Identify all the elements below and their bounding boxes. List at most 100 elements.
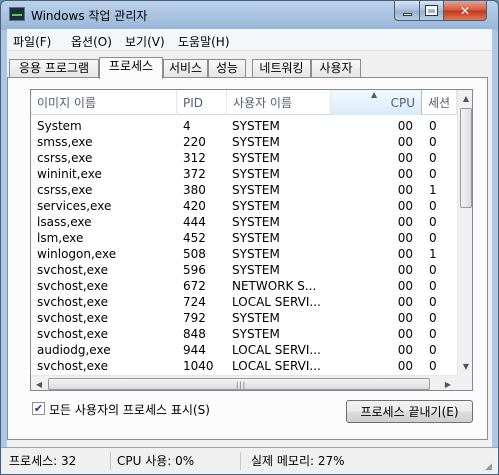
table-row[interactable]: svchost,exe 1040 LOCAL SERVI... 00 0 <box>31 358 457 374</box>
user-name-cell: SYSTEM <box>232 247 280 261</box>
chevron-down-icon[interactable]: ▼ <box>458 358 472 374</box>
table-row[interactable]: svchost,exe 596 SYSTEM 00 0 <box>31 262 457 278</box>
session-cell: 0 <box>429 119 437 133</box>
process-name-cell: services,exe <box>37 199 112 213</box>
process-name-cell: wininit,exe <box>37 167 102 181</box>
table-row[interactable]: svchost,exe 724 LOCAL SERVI... 00 0 <box>31 294 457 310</box>
table-row[interactable]: svchost,exe 792 SYSTEM 00 0 <box>31 310 457 326</box>
pid-cell: 312 <box>183 151 206 165</box>
table-row[interactable]: csrss,exe 312 SYSTEM 00 0 <box>31 150 457 166</box>
table-row[interactable]: services,exe 420 SYSTEM 00 0 <box>31 198 457 214</box>
session-cell: 0 <box>429 135 437 149</box>
horizontal-scrollbar[interactable]: ◀ ||| ▶ <box>31 375 457 390</box>
maximize-button[interactable] <box>419 1 444 21</box>
close-icon: ✕ <box>459 3 471 18</box>
pid-cell: 724 <box>183 295 206 309</box>
process-rows: System 4 SYSTEM 00 0 smss,exe 220 SYSTEM 00 0 csrs… <box>31 118 457 374</box>
pid-cell: 4 <box>183 119 191 133</box>
status-process-count: 프로세스: 32 <box>5 452 111 470</box>
column-user-name[interactable]: 사용자 이름 <box>227 90 331 115</box>
process-name-cell: smss,exe <box>37 135 93 149</box>
tab-performance[interactable]: 성능 <box>208 59 246 78</box>
menu-help[interactable]: 도움말(H) <box>178 33 230 50</box>
cpu-cell: 00 <box>397 199 413 213</box>
horizontal-scroll-thumb[interactable]: ||| <box>48 378 430 390</box>
cpu-cell: 00 <box>397 167 413 181</box>
cpu-cell: 00 <box>397 215 413 229</box>
tab-applications[interactable]: 응용 프로그램 <box>9 59 99 78</box>
user-name-cell: SYSTEM <box>232 135 280 149</box>
pid-cell: 848 <box>183 327 206 341</box>
session-cell: 1 <box>429 247 437 261</box>
show-all-processes-label[interactable]: 모든 사용자의 프로세스 표시(S) <box>49 401 210 418</box>
chevron-up-icon[interactable]: ▲ <box>458 90 472 106</box>
table-row[interactable]: svchost,exe 848 SYSTEM 00 0 <box>31 326 457 342</box>
session-cell: 0 <box>429 343 437 357</box>
pid-cell: 944 <box>183 343 206 357</box>
session-cell: 0 <box>429 231 437 245</box>
table-row[interactable]: audiodg,exe 944 LOCAL SERVI... 00 0 <box>31 342 457 358</box>
table-row[interactable]: lsm,exe 452 SYSTEM 00 0 <box>31 230 457 246</box>
client-area: 파일(F) 옵션(O) 보기(V) 도움말(H) 응용 프로그램 프로세스 서비… <box>7 29 492 447</box>
menu-options[interactable]: 옵션(O) <box>71 33 112 50</box>
user-name-cell: SYSTEM <box>232 151 280 165</box>
user-name-cell: SYSTEM <box>232 199 280 213</box>
resize-grip-icon[interactable]: ◢ <box>485 462 492 472</box>
status-bar: 프로세스: 32 CPU 사용: 0% 실제 메모리: 27% ◢ <box>1 447 498 474</box>
user-name-cell: SYSTEM <box>232 119 280 133</box>
column-image-name[interactable]: 이미지 이름 <box>31 90 177 115</box>
process-name-cell: svchost,exe <box>37 359 108 373</box>
table-row[interactable]: smss,exe 220 SYSTEM 00 0 <box>31 134 457 150</box>
cpu-cell: 00 <box>397 247 413 261</box>
process-name-cell: csrss,exe <box>37 151 93 165</box>
session-cell: 0 <box>429 151 437 165</box>
chevron-right-icon[interactable]: ▶ <box>440 376 456 390</box>
user-name-cell: SYSTEM <box>232 183 280 197</box>
column-header: 이미지 이름 PID 사용자 이름 CPU 세션 ▲ <box>31 90 457 115</box>
chevron-left-icon[interactable]: ◀ <box>31 376 47 390</box>
menu-file[interactable]: 파일(F) <box>13 33 51 50</box>
title-bar[interactable]: Windows 작업 관리자 ✕ <box>1 1 498 29</box>
scroll-corner <box>457 375 472 390</box>
column-session[interactable]: 세션 <box>422 90 457 115</box>
table-row[interactable]: csrss,exe 380 SYSTEM 00 1 <box>31 182 457 198</box>
menu-view[interactable]: 보기(V) <box>125 33 165 50</box>
tab-processes[interactable]: 프로세스 <box>99 57 163 79</box>
pid-cell: 508 <box>183 247 206 261</box>
table-row[interactable]: System 4 SYSTEM 00 0 <box>31 118 457 134</box>
process-name-cell: System <box>37 119 82 133</box>
cpu-cell: 00 <box>397 183 413 197</box>
process-name-cell: svchost,exe <box>37 311 108 325</box>
cpu-cell: 00 <box>397 119 413 133</box>
scroll-grip: ||| <box>236 381 247 389</box>
cpu-cell: 00 <box>397 327 413 341</box>
vertical-scrollbar[interactable]: ▲ ▼ <box>457 90 472 375</box>
user-name-cell: LOCAL SERVI... <box>232 295 321 309</box>
cpu-cell: 00 <box>397 359 413 373</box>
table-row[interactable]: wininit,exe 372 SYSTEM 00 0 <box>31 166 457 182</box>
maximize-icon <box>426 6 437 15</box>
session-cell: 0 <box>429 215 437 229</box>
user-name-cell: SYSTEM <box>232 263 280 277</box>
process-name-cell: svchost,exe <box>37 279 108 293</box>
process-list[interactable]: 이미지 이름 PID 사용자 이름 CPU 세션 ▲ System 4 SYSTEM… <box>30 89 473 391</box>
show-all-processes-checkbox[interactable]: ✔ <box>32 402 45 415</box>
cpu-cell: 00 <box>397 279 413 293</box>
process-name-cell: svchost,exe <box>37 295 108 309</box>
end-process-button[interactable]: 프로세스 끝내기(E) <box>346 400 473 423</box>
close-button[interactable]: ✕ <box>443 1 487 21</box>
cpu-cell: 00 <box>397 231 413 245</box>
tab-networking[interactable]: 네트워킹 <box>252 59 311 78</box>
session-cell: 0 <box>429 199 437 213</box>
table-row[interactable]: svchost,exe 672 NETWORK S... 00 0 <box>31 278 457 294</box>
vertical-scroll-thumb[interactable] <box>460 108 472 208</box>
window-title: Windows 작업 관리자 <box>31 9 148 23</box>
table-row[interactable]: lsass,exe 444 SYSTEM 00 0 <box>31 214 457 230</box>
table-row[interactable]: winlogon,exe 508 SYSTEM 00 1 <box>31 246 457 262</box>
cpu-cell: 00 <box>397 311 413 325</box>
column-pid[interactable]: PID <box>177 90 227 115</box>
session-cell: 1 <box>429 183 437 197</box>
tab-users[interactable]: 사용자 <box>311 59 361 78</box>
tab-services[interactable]: 서비스 <box>163 59 208 78</box>
minimize-button[interactable] <box>394 1 420 21</box>
